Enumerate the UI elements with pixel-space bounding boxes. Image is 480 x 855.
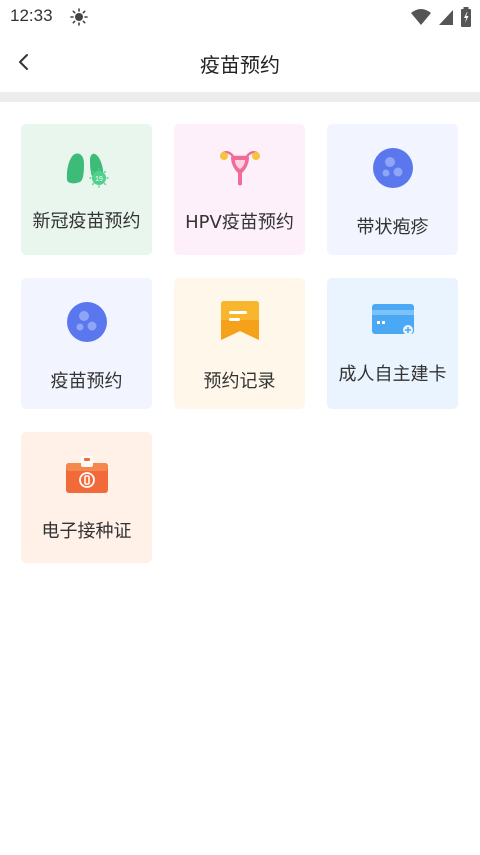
tile-label: 新冠疫苗预约 xyxy=(32,211,141,232)
status-time: 12:33 xyxy=(10,6,53,25)
status-bar: 12:33 xyxy=(0,0,480,34)
note-icon xyxy=(220,301,259,340)
tile-shingles[interactable]: 带状疱疹 xyxy=(327,124,458,255)
section-divider xyxy=(0,92,480,102)
uterus-icon xyxy=(219,151,260,186)
page-title: 疫苗预约 xyxy=(200,53,280,77)
tile-covid-vaccine[interactable]: 19 新冠疫苗预约 xyxy=(21,124,152,255)
tile-label: 成人自主建卡 xyxy=(338,364,447,385)
battery-icon xyxy=(461,7,471,27)
tile-label: 预约记录 xyxy=(203,371,276,392)
certificate-icon xyxy=(65,456,108,493)
tile-adult-card[interactable]: 成人自主建卡 xyxy=(327,278,458,409)
tile-appointment-records[interactable]: 预约记录 xyxy=(174,278,305,409)
tile-label: HPV疫苗预约 xyxy=(185,212,294,233)
tile-e-certificate[interactable]: 电子接种证 xyxy=(21,432,152,563)
tile-vaccine-appointment[interactable]: 疫苗预约 xyxy=(21,278,152,409)
lungs-virus-icon: 19 xyxy=(66,153,108,188)
cells-icon xyxy=(66,302,107,342)
nav-bar: 疫苗预约 xyxy=(0,34,480,92)
card-icon xyxy=(371,304,414,335)
covid-badge-text: 19 xyxy=(95,176,103,183)
brightness-icon xyxy=(70,8,88,26)
tile-label: 疫苗预约 xyxy=(50,371,123,392)
tile-label: 带状疱疹 xyxy=(356,217,429,238)
wifi-icon xyxy=(411,9,431,25)
tile-hpv-vaccine[interactable]: HPV疫苗预约 xyxy=(174,124,305,255)
signal-icon xyxy=(439,10,453,25)
cells-icon xyxy=(372,148,413,188)
tile-label: 电子接种证 xyxy=(41,521,132,542)
